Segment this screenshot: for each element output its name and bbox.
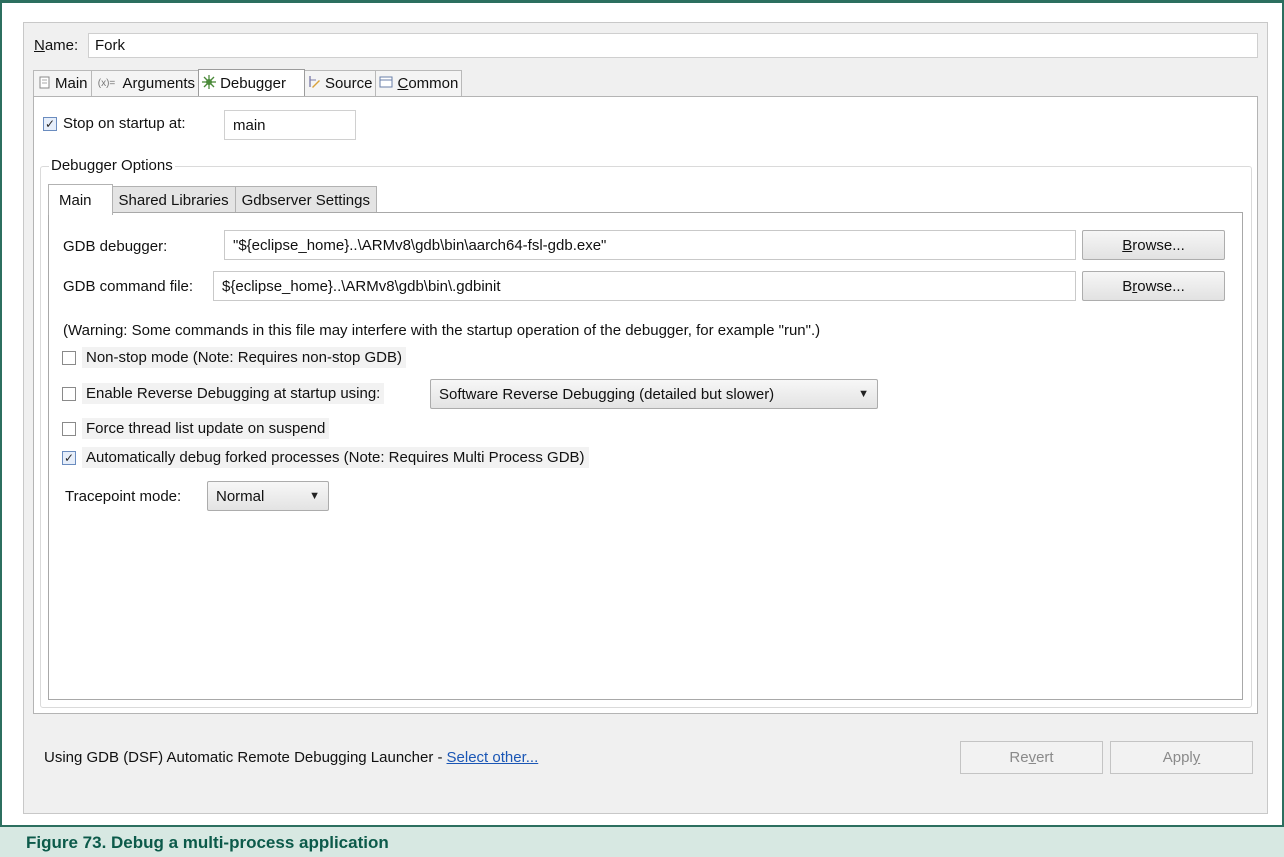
tab-gdbserver-settings[interactable]: Gdbserver Settings xyxy=(234,186,377,214)
tab-source[interactable]: Source xyxy=(303,70,377,96)
non-stop-mode-option: Non-stop mode (Note: Requires non-stop G… xyxy=(62,347,406,368)
stop-on-startup-symbol-input[interactable]: main xyxy=(224,110,356,140)
non-stop-mode-checkbox[interactable] xyxy=(62,350,76,365)
tab-shared-libraries[interactable]: Shared Libraries xyxy=(111,186,236,214)
arguments-icon: (x)= xyxy=(97,78,116,89)
stop-on-startup-checkbox[interactable]: ✓ xyxy=(43,116,57,131)
gdb-command-file-input[interactable]: ${eclipse_home}..\ARMv8\gdb\bin\.gdbinit xyxy=(213,271,1076,301)
reverse-debugging-mode-select[interactable]: Software Reverse Debugging (detailed but… xyxy=(430,379,878,409)
tab-arguments[interactable]: (x)= Arguments xyxy=(90,70,200,96)
name-input[interactable]: Fork xyxy=(88,33,1258,58)
browse-gdb-command-file-button[interactable]: Br owse... xyxy=(1082,271,1225,301)
stop-on-startup-row: ✓ Stop on startup at: xyxy=(43,115,186,132)
figure-caption: Figure 73. Debug a multi-process applica… xyxy=(0,827,1284,857)
chevron-down-icon: ▼ xyxy=(309,490,320,502)
apply-button[interactable]: Appl y xyxy=(1110,741,1253,774)
debugger-options-label: Debugger Options xyxy=(49,157,175,174)
debugger-bug-icon xyxy=(202,75,217,92)
source-icon xyxy=(307,75,321,92)
launcher-status: Using GDB (DSF) Automatic Remote Debuggi… xyxy=(44,749,539,766)
tab-debugger[interactable]: Debugger xyxy=(198,69,305,97)
chevron-down-icon: ▼ xyxy=(858,388,869,400)
document-icon xyxy=(37,76,51,92)
launch-config-tabs: Main (x)= Arguments Debugger Source Comm… xyxy=(33,69,463,97)
name-label: Name: xyxy=(34,37,79,54)
gdb-command-file-label: GDB command file: xyxy=(63,278,194,295)
browse-gdb-debugger-button[interactable]: Browse... xyxy=(1082,230,1225,260)
gdb-debugger-label: GDB debugger: xyxy=(63,238,168,255)
gdbinit-warning-text: (Warning: Some commands in this file may… xyxy=(63,322,821,339)
gdb-debugger-input[interactable]: "${eclipse_home}..\ARMv8\gdb\bin\aarch64… xyxy=(224,230,1076,260)
tab-main[interactable]: Main xyxy=(33,70,92,96)
tracepoint-mode-select[interactable]: Normal ▼ xyxy=(207,481,329,511)
auto-debug-forked-checkbox[interactable]: ✓ xyxy=(62,450,76,465)
select-other-link[interactable]: Select other... xyxy=(447,749,539,766)
tab-options-main[interactable]: Main xyxy=(48,184,113,215)
stop-on-startup-label: Stop on startup at: xyxy=(63,115,186,132)
auto-debug-forked-option: ✓ Automatically debug forked processes (… xyxy=(62,447,589,468)
common-icon xyxy=(379,76,393,91)
debugger-options-tabs: Main Shared Libraries Gdbserver Settings xyxy=(48,184,377,215)
force-thread-list-checkbox[interactable] xyxy=(62,421,76,436)
revert-button[interactable]: Re v ert xyxy=(960,741,1103,774)
force-thread-list-option: Force thread list update on suspend xyxy=(62,418,330,439)
reverse-debugging-option: Enable Reverse Debugging at startup usin… xyxy=(62,383,385,404)
reverse-debugging-checkbox[interactable] xyxy=(62,386,76,401)
tracepoint-mode-label: Tracepoint mode: xyxy=(65,488,182,505)
tab-common[interactable]: Common xyxy=(375,70,463,96)
